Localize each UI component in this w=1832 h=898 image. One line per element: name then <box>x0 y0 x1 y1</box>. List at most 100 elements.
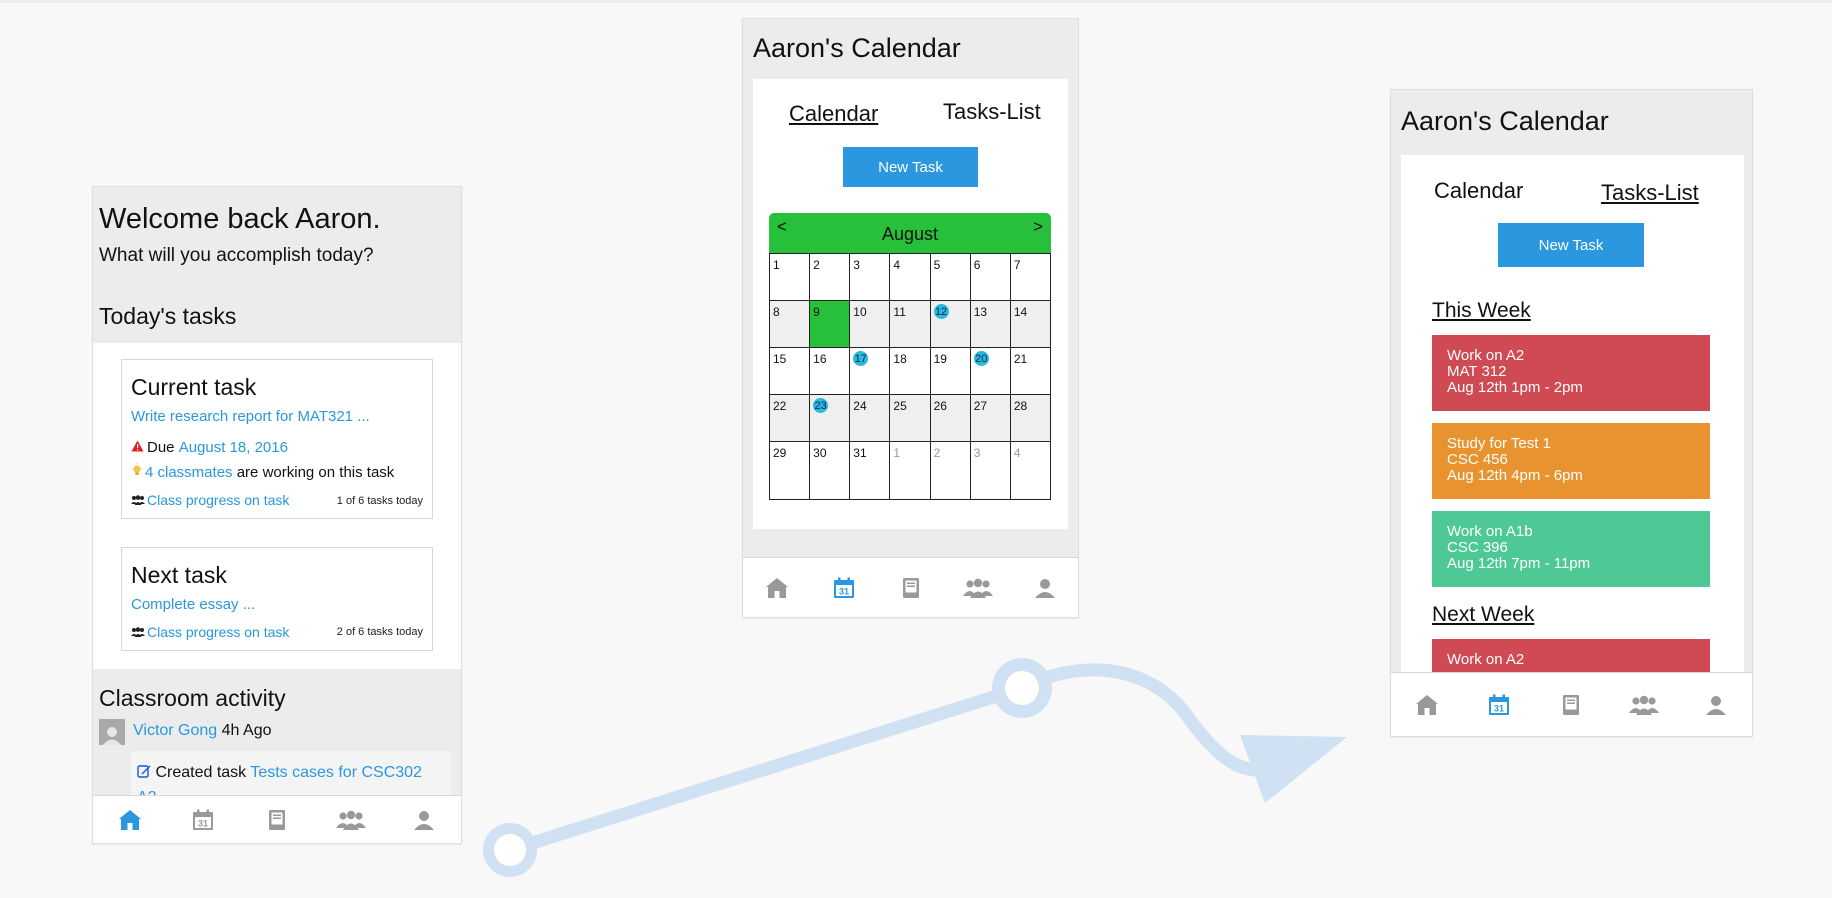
book-icon[interactable] <box>1556 690 1586 720</box>
day-number: 13 <box>973 305 988 319</box>
day-number: 22 <box>773 399 787 413</box>
calendar-day-cell[interactable]: 9 <box>810 301 851 348</box>
home-screen: Welcome back Aaron. What will you accomp… <box>92 186 462 844</box>
calendar-day-cell[interactable]: 2 <box>930 442 971 500</box>
home-icon[interactable] <box>115 805 145 835</box>
task-event-card[interactable]: Study for Test 1 CSC 456 Aug 12th 4pm - … <box>1432 423 1710 499</box>
day-number: 26 <box>933 399 947 413</box>
month-label: August <box>881 224 939 244</box>
tab-tasks-list[interactable]: Tasks-List <box>943 99 1041 125</box>
day-number: 15 <box>773 352 787 366</box>
calendar-day-cell[interactable]: 10 <box>850 301 891 348</box>
class-progress-link[interactable]: Class progress on task <box>131 624 289 640</box>
tasks-panel: Calendar Tasks-List New Task This Week W… <box>1401 155 1744 675</box>
edit-icon <box>137 762 151 786</box>
next-task-card[interactable]: Next task Complete essay ... Class progr… <box>121 547 433 651</box>
calendar-day-cell[interactable]: 18 <box>890 348 931 395</box>
calendar-day-cell[interactable]: 16 <box>810 348 851 395</box>
calendar-day-cell[interactable]: 19 <box>930 348 971 395</box>
group-icon[interactable] <box>1628 690 1659 720</box>
page-title: Aaron's Calendar <box>1401 106 1609 136</box>
day-number: 4 <box>893 258 901 272</box>
event-time: Aug 12th 7pm - 11pm <box>1447 555 1591 572</box>
calendar-day-cell[interactable]: 1 <box>890 442 931 500</box>
calendar-day-cell[interactable]: 4 <box>1010 442 1051 500</box>
calendar-icon[interactable]: 31 <box>1484 690 1514 720</box>
person-icon[interactable] <box>1701 690 1731 720</box>
day-number: 18 <box>893 352 907 366</box>
next-month-button[interactable]: > <box>1033 217 1043 237</box>
calendar-icon[interactable]: 31 <box>188 805 218 835</box>
calendar-day-cell[interactable]: 26 <box>930 395 971 442</box>
tab-tasks-list[interactable]: Tasks-List <box>1601 180 1699 206</box>
calendar-day-cell[interactable]: 7 <box>1010 254 1051 301</box>
calendar-day-cell[interactable]: 14 <box>1010 301 1051 348</box>
tab-calendar[interactable]: Calendar <box>789 101 878 127</box>
class-progress-link[interactable]: Class progress on task <box>131 492 289 508</box>
day-number: 1 <box>893 446 901 460</box>
calendar-day-cell[interactable]: 2 <box>810 254 851 301</box>
group-icon[interactable] <box>335 805 366 835</box>
person-icon[interactable] <box>409 805 439 835</box>
day-number: 11 <box>893 305 906 319</box>
calendar-day-cell[interactable]: 1 <box>770 254 811 301</box>
classmates-link[interactable]: 4 classmates <box>145 464 233 481</box>
classroom-activity: Classroom activity Victor Gong 4h Ago Cr… <box>93 669 461 811</box>
calendar-day-cell[interactable]: 23 <box>810 395 851 442</box>
calendar-day-cell[interactable]: 11 <box>890 301 931 348</box>
calendar-day: 31 <box>838 586 848 596</box>
due-date-link[interactable]: August 18, 2016 <box>179 439 288 456</box>
calendar-day-cell[interactable]: 17 <box>850 348 891 395</box>
day-number: 4 <box>1013 446 1021 460</box>
calendar-day-cell[interactable]: 24 <box>850 395 891 442</box>
current-task-link[interactable]: Write research report for MAT321 ... <box>131 408 370 425</box>
calendar-day-cell[interactable]: 6 <box>970 254 1011 301</box>
calendar-day-cell[interactable]: 21 <box>1010 348 1051 395</box>
calendar-day-cell[interactable]: 3 <box>970 442 1011 500</box>
event-title: Work on A2 <box>1447 347 1525 364</box>
calendar-day-cell[interactable]: 15 <box>770 348 811 395</box>
calendar-day-cell[interactable]: 20 <box>970 348 1011 395</box>
day-number: 21 <box>1013 352 1028 366</box>
task-event-card[interactable]: Work on A2 <box>1432 639 1710 675</box>
event-day-marker: 23 <box>813 398 829 413</box>
calendar-day-cell[interactable]: 31 <box>850 442 891 500</box>
calendar-day: 31 <box>198 818 208 828</box>
person-icon[interactable] <box>1030 573 1060 603</box>
task-event-card[interactable]: Work on A2 MAT 312 Aug 12th 1pm - 2pm <box>1432 335 1710 411</box>
calendar-icon[interactable]: 31 <box>829 573 859 603</box>
day-number: 2 <box>813 258 820 272</box>
current-task-heading: Current task <box>131 374 257 400</box>
due-label: Due <box>147 439 175 456</box>
new-task-button[interactable]: New Task <box>843 147 978 187</box>
day-number: 16 <box>813 352 827 366</box>
calendar-day-cell[interactable]: 30 <box>810 442 851 500</box>
calendar-day-cell[interactable]: 28 <box>1010 395 1051 442</box>
calendar-day-cell[interactable]: 27 <box>970 395 1011 442</box>
calendar-day-cell[interactable]: 4 <box>890 254 931 301</box>
next-task-link[interactable]: Complete essay ... <box>131 596 255 613</box>
group-icon[interactable] <box>962 573 993 603</box>
calendar-day-cell[interactable]: 12 <box>930 301 971 348</box>
calendar-day-cell[interactable]: 3 <box>850 254 891 301</box>
day-number: 29 <box>773 446 787 460</box>
calendar-day-cell[interactable]: 13 <box>970 301 1011 348</box>
current-task-card[interactable]: Current task Write research report for M… <box>121 359 433 519</box>
calendar-day-cell[interactable]: 29 <box>770 442 811 500</box>
event-course: MAT 312 <box>1447 363 1507 380</box>
calendar-day-cell[interactable]: 5 <box>930 254 971 301</box>
event-course: CSC 396 <box>1447 539 1508 556</box>
task-event-card[interactable]: Work on A1b CSC 396 Aug 12th 7pm - 11pm <box>1432 511 1710 587</box>
calendar-day-cell[interactable]: 8 <box>770 301 811 348</box>
home-icon[interactable] <box>1412 690 1442 720</box>
home-icon[interactable] <box>762 573 792 603</box>
calendar-day-cell[interactable]: 22 <box>770 395 811 442</box>
book-icon[interactable] <box>262 805 292 835</box>
new-task-button[interactable]: New Task <box>1498 223 1644 267</box>
activity-user-link[interactable]: Victor Gong <box>133 722 217 739</box>
calendar-day-cell[interactable]: 25 <box>890 395 931 442</box>
day-number: 19 <box>933 352 947 366</box>
book-icon[interactable] <box>896 573 926 603</box>
classroom-activity-heading: Classroom activity <box>99 685 286 711</box>
tab-calendar[interactable]: Calendar <box>1434 178 1523 204</box>
